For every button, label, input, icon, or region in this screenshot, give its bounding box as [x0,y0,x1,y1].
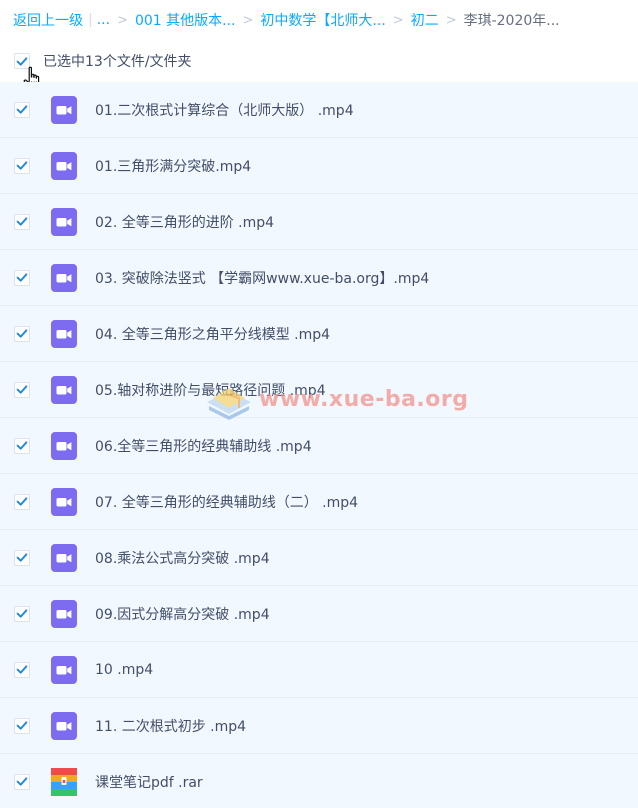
file-name[interactable]: 课堂笔记pdf .rar [95,772,203,792]
file-name[interactable]: 05.轴对称进阶与最短路径问题 .mp4 [95,380,326,400]
file-name[interactable]: 11. 二次根式初步 .mp4 [95,716,246,736]
checkmark-icon [16,105,28,114]
selection-count-label: 已选中13个文件/文件夹 [43,54,192,70]
checkmark-icon [16,217,28,226]
checkmark-icon [16,273,28,282]
file-row[interactable]: 05.轴对称进阶与最短路径问题 .mp4 [0,362,638,418]
video-file-icon [51,487,77,516]
file-name[interactable]: 10 .mp4 [95,662,153,678]
file-name[interactable]: 08.乘法公式高分突破 .mp4 [95,548,270,568]
file-row[interactable]: 09.因式分解高分突破 .mp4 [0,586,638,642]
breadcrumb-divider: | [88,12,93,28]
checkmark-icon [16,329,28,338]
chevron-right-icon: > [445,12,457,28]
video-file-icon [51,207,77,236]
file-name[interactable]: 09.因式分解高分突破 .mp4 [95,604,270,624]
checkmark-icon [16,777,28,786]
chevron-right-icon: > [242,12,254,28]
file-name[interactable]: 04. 全等三角形之角平分线模型 .mp4 [95,324,330,344]
video-file-icon [51,543,77,572]
chevron-right-icon: > [117,12,128,28]
row-checkbox[interactable] [14,549,30,566]
video-file-icon [51,599,77,628]
checkmark-icon [16,497,28,506]
file-row[interactable]: 03. 突破除法竖式 【学霸网www.xue-ba.org】.mp4 [0,250,638,306]
row-checkbox[interactable] [14,493,30,510]
row-checkbox[interactable] [14,605,30,622]
file-row[interactable]: 课堂笔记pdf .rar [0,754,638,808]
checkmark-icon [16,56,28,66]
row-checkbox[interactable] [14,101,30,118]
file-row[interactable]: 10 .mp4 [0,642,638,698]
checkmark-icon [16,441,28,450]
breadcrumb-item-grade-8[interactable]: 初二 [411,10,439,30]
file-name[interactable]: 01.二次根式计算综合（北师大版） .mp4 [95,100,354,120]
video-file-icon [51,151,77,180]
row-checkbox[interactable] [14,157,30,174]
file-row[interactable]: 04. 全等三角形之角平分线模型 .mp4 [0,306,638,362]
video-file-icon [51,319,77,348]
breadcrumb-current: 李琪-2020年... [463,13,560,29]
file-name[interactable]: 03. 突破除法竖式 【学霸网www.xue-ba.org】.mp4 [95,268,429,288]
file-name[interactable]: 01.三角形满分突破.mp4 [95,156,251,176]
file-row[interactable]: 01.三角形满分突破.mp4 [0,138,638,194]
breadcrumb-ellipsis[interactable]: ... [97,12,110,28]
video-file-icon [51,263,77,292]
file-row[interactable]: 07. 全等三角形的经典辅助线（二） .mp4 [0,474,638,530]
file-name[interactable]: 07. 全等三角形的经典辅助线（二） .mp4 [95,492,358,512]
file-row[interactable]: 06.全等三角形的经典辅助线 .mp4 [0,418,638,474]
selection-bar: 已选中13个文件/文件夹 [0,40,638,82]
breadcrumb-item-junior-math[interactable]: 初中数学【北师大... [260,10,385,30]
row-checkbox[interactable] [14,269,30,286]
row-checkbox[interactable] [14,437,30,454]
row-checkbox[interactable] [14,661,30,678]
row-checkbox[interactable] [14,381,30,398]
row-checkbox[interactable] [14,717,30,734]
file-row[interactable]: 01.二次根式计算综合（北师大版） .mp4 [0,82,638,138]
video-file-icon [51,95,77,124]
file-row[interactable]: 02. 全等三角形的进阶 .mp4 [0,194,638,250]
file-row[interactable]: 11. 二次根式初步 .mp4 [0,698,638,754]
chevron-right-icon: > [392,12,404,28]
file-name[interactable]: 06.全等三角形的经典辅助线 .mp4 [95,436,312,456]
video-file-icon [51,711,77,740]
video-file-icon [51,375,77,404]
file-name[interactable]: 02. 全等三角形的进阶 .mp4 [95,212,274,232]
video-file-icon [51,431,77,460]
row-checkbox[interactable] [14,773,30,790]
checkmark-icon [16,161,28,170]
archive-file-icon [51,767,77,796]
checkmark-icon [16,721,28,730]
breadcrumb-item-other-versions[interactable]: 001 其他版本... [135,10,236,30]
row-checkbox[interactable] [14,213,30,230]
breadcrumb: 返回上一级 | ... > 001 其他版本... > 初中数学【北师大... … [0,0,638,40]
file-row[interactable]: 08.乘法公式高分突破 .mp4 [0,530,638,586]
video-file-icon [51,655,77,684]
checkmark-icon [16,385,28,394]
checkmark-icon [16,665,28,674]
row-checkbox[interactable] [14,325,30,342]
checkmark-icon [16,609,28,618]
select-all-checkbox[interactable] [14,53,30,69]
file-list: 01.二次根式计算综合（北师大版） .mp4 01.三角形满分突破.mp4 02… [0,82,638,808]
back-link[interactable]: 返回上一级 [13,10,83,30]
checkmark-icon [16,553,28,562]
